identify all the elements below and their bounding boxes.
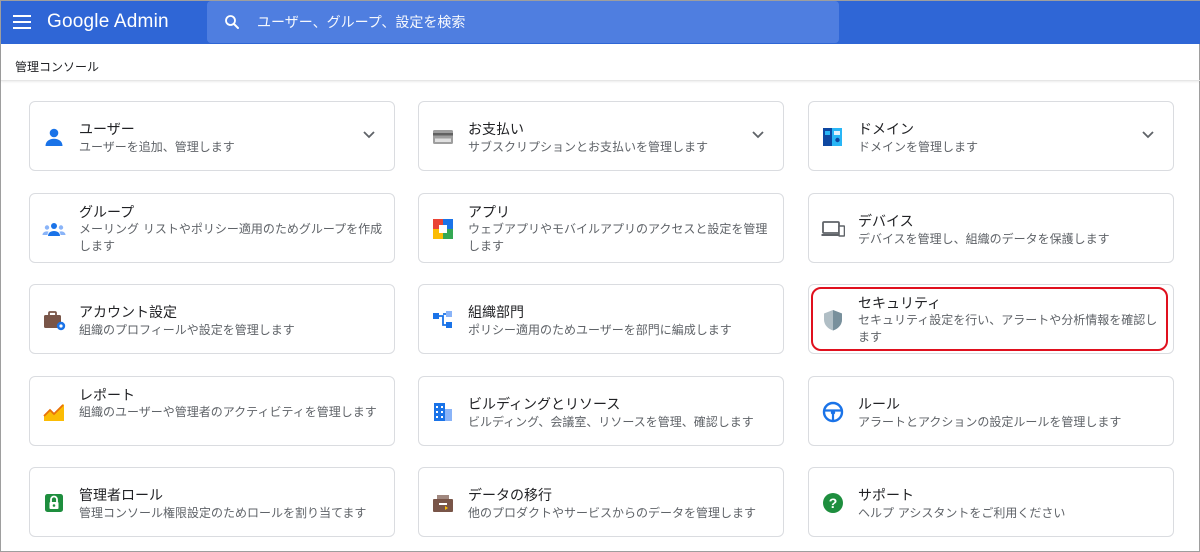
card-reports[interactable]: レポート 組織のユーザーや管理者のアクティビティを管理します xyxy=(29,376,395,446)
card-description: ポリシー適用のためユーザーを部門に編成します xyxy=(468,323,732,337)
card-description: 他のプロダクトやサービスからのデータを管理します xyxy=(468,506,757,520)
card-description: アラートとアクションの設定ルールを管理します xyxy=(858,415,1122,429)
devices-icon xyxy=(821,221,845,237)
card-users[interactable]: ユーザー ユーザーを追加、管理します xyxy=(29,101,395,171)
credit-card-icon xyxy=(433,130,453,144)
card-title: サポート xyxy=(858,488,914,504)
card-title: アカウント設定 xyxy=(79,305,177,321)
card-title: デバイス xyxy=(858,214,914,230)
card-title: ルール xyxy=(858,397,900,413)
card-description: 管理コンソール権限設定のためロールを割り当てます xyxy=(79,506,367,520)
menu-icon[interactable] xyxy=(13,15,31,29)
card-title: ビルディングとリソース xyxy=(468,397,621,413)
card-buildings[interactable]: ビルディングとリソース ビルディング、会議室、リソースを管理、確認します xyxy=(418,376,784,446)
security-highlight-annotation xyxy=(811,287,1168,351)
card-title: データの移行 xyxy=(468,488,552,504)
report-chart-icon xyxy=(43,404,64,421)
card-title: 組織部門 xyxy=(468,305,524,321)
card-devices[interactable]: デバイス デバイスを管理し、組織のデータを保護します xyxy=(808,193,1174,263)
briefcase-gear-icon xyxy=(44,311,66,331)
card-description: 組織のユーザーや管理者のアクティビティを管理します xyxy=(79,405,377,419)
card-title: お支払い xyxy=(468,122,524,138)
card-description: サブスクリプションとお支払いを管理します xyxy=(468,140,709,154)
card-org-units[interactable]: 組織部門 ポリシー適用のためユーザーを部門に編成します xyxy=(418,284,784,354)
card-title: グループ xyxy=(79,205,135,221)
domain-icon xyxy=(823,128,842,146)
top-app-bar: Google Admin xyxy=(1,1,1200,45)
search-input[interactable] xyxy=(255,1,819,45)
card-title: ドメイン xyxy=(858,122,914,138)
card-description: ビルディング、会議室、リソースを管理、確認します xyxy=(468,415,754,429)
group-icon xyxy=(42,223,66,236)
card-description: デバイスを管理し、組織のデータを保護します xyxy=(858,232,1110,246)
person-icon xyxy=(45,128,63,146)
card-domains[interactable]: ドメイン ドメインを管理します xyxy=(808,101,1174,171)
svg-text:?: ? xyxy=(829,495,838,511)
apps-grid-icon xyxy=(433,219,453,239)
card-title: 管理者ロール xyxy=(79,488,163,504)
card-apps[interactable]: アプリ ウェブアプリやモバイルアプリのアクセスと設定を管理します xyxy=(418,193,784,263)
card-account-settings[interactable]: アカウント設定 組織のプロフィールや設定を管理します xyxy=(29,284,395,354)
card-rules[interactable]: ルール アラートとアクションの設定ルールを管理します xyxy=(808,376,1174,446)
breadcrumb-bar: 管理コンソール xyxy=(1,44,1200,81)
search-icon[interactable] xyxy=(223,13,241,31)
card-description: ウェブアプリやモバイルアプリのアクセスと設定を管理します xyxy=(468,222,768,253)
migration-box-icon xyxy=(433,495,453,512)
breadcrumb[interactable]: 管理コンソール xyxy=(15,58,99,75)
card-description: メーリング リストやポリシー適用のためグループを作成します xyxy=(79,222,383,253)
card-title: ユーザー xyxy=(79,122,135,138)
steering-wheel-icon xyxy=(822,401,844,423)
card-admin-roles[interactable]: 管理者ロール 管理コンソール権限設定のためロールを割り当てます xyxy=(29,467,395,537)
building-icon xyxy=(434,403,452,421)
card-description: ドメインを管理します xyxy=(858,140,979,154)
chevron-down-icon[interactable] xyxy=(751,130,765,140)
card-title: アプリ xyxy=(468,205,510,221)
card-billing[interactable]: お支払い サブスクリプションとお支払いを管理します xyxy=(418,101,784,171)
card-support[interactable]: ? サポート ヘルプ アシスタントをご利用ください xyxy=(808,467,1174,537)
card-description: ユーザーを追加、管理します xyxy=(79,140,235,154)
search-box[interactable] xyxy=(207,1,839,45)
org-tree-icon xyxy=(433,311,452,328)
chevron-down-icon[interactable] xyxy=(1141,130,1155,140)
lock-icon xyxy=(45,494,63,512)
card-data-migration[interactable]: データの移行 他のプロダクトやサービスからのデータを管理します xyxy=(418,467,784,537)
card-description: 組織のプロフィールや設定を管理します xyxy=(79,323,295,337)
card-title: レポート xyxy=(79,388,135,404)
app-title[interactable]: Google Admin xyxy=(47,11,169,33)
help-icon: ? xyxy=(823,493,843,513)
card-description: ヘルプ アシスタントをご利用ください xyxy=(858,506,1066,520)
chevron-down-icon[interactable] xyxy=(362,130,376,140)
card-groups[interactable]: グループ メーリング リストやポリシー適用のためグループを作成します xyxy=(29,193,395,263)
